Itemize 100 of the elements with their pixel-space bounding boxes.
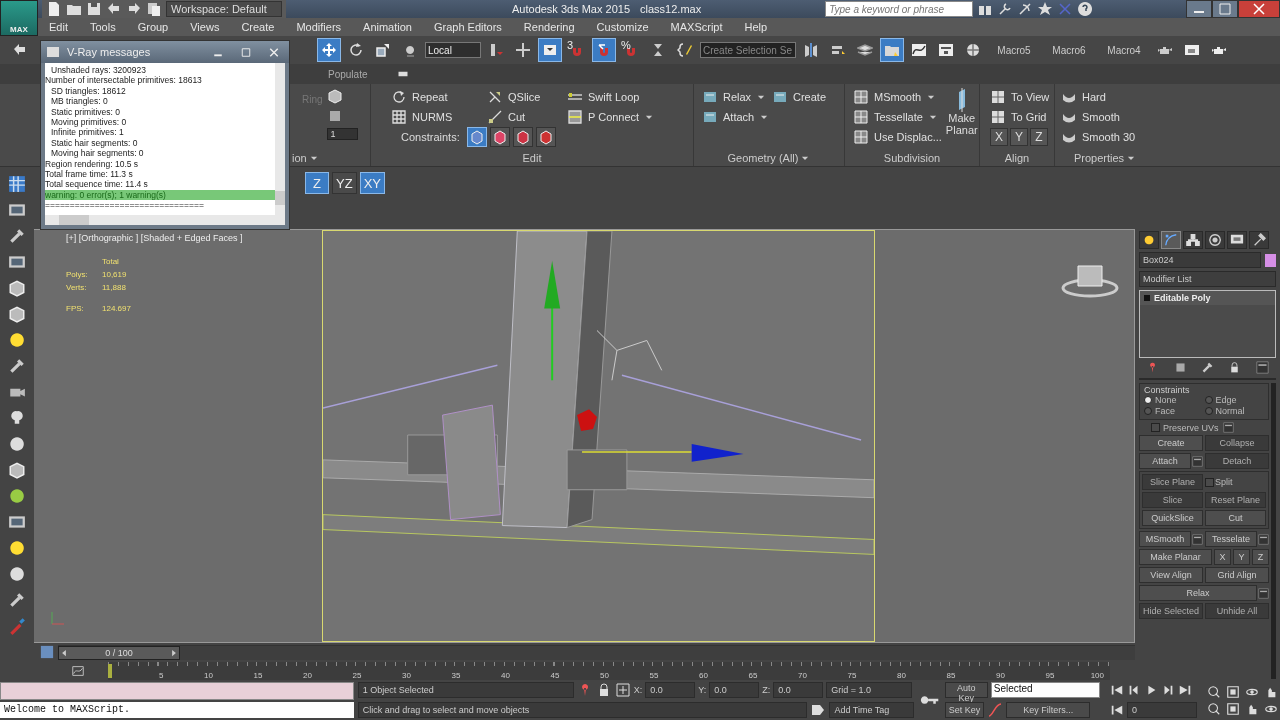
curve-icon[interactable]	[987, 702, 1004, 718]
maximize-viewport-icon[interactable]	[1226, 684, 1240, 699]
panel-button[interactable]: Grid Align	[1205, 567, 1269, 583]
axis-constraint-button[interactable]: XY	[359, 172, 385, 194]
group-label[interactable]: ion	[292, 152, 307, 164]
radio-option[interactable]: Face	[1144, 406, 1204, 416]
menu-item[interactable]: Animation	[352, 21, 423, 33]
set-key-button[interactable]: Set Key	[944, 702, 985, 718]
object-name-field[interactable]: Box024	[1139, 252, 1261, 268]
panel-button[interactable]: Z	[1252, 549, 1269, 565]
settings-button[interactable]	[1222, 422, 1234, 433]
ribbon-button[interactable]: Attach	[702, 108, 768, 125]
viewport[interactable]: [+] [Orthographic ] [Shaded + Edged Faces ] Total Polys: 10,619 Verts: 11,888 FPS: 124.697	[34, 229, 1135, 643]
menu-item[interactable]: MAXScript	[659, 21, 734, 33]
preserve-uvs-checkbox[interactable]: Preserve UVs	[1151, 422, 1219, 433]
ribbon-button[interactable]: NURMS	[391, 108, 487, 125]
panel-button[interactable]: Attach	[1139, 453, 1191, 469]
ribbon-button[interactable]: P Connect	[567, 108, 677, 125]
settings-button[interactable]	[1192, 455, 1203, 467]
spinner-field[interactable]: 1	[326, 128, 358, 140]
grid-icon[interactable]	[8, 175, 26, 193]
viewport-label[interactable]: [+] [Orthographic ] [Shaded + Edged Faces ]	[66, 233, 322, 243]
constraint-button[interactable]	[466, 127, 487, 147]
stack-tool-icon[interactable]	[1173, 361, 1187, 374]
angle-snap-button[interactable]	[592, 38, 616, 62]
toolbar-dropdown[interactable]: Create Selection Se	[700, 42, 796, 58]
minimize-button[interactable]	[1186, 0, 1212, 18]
sphere-icon[interactable]	[8, 435, 26, 453]
macro-button[interactable]: Macro4	[1098, 39, 1150, 61]
workspace-dropdown[interactable]: Workspace: Default	[166, 1, 282, 17]
box-icon[interactable]	[8, 305, 26, 323]
tag-icon[interactable]	[810, 702, 827, 718]
ribbon-button[interactable]: Smooth 30	[1061, 128, 1149, 145]
panel-button[interactable]: Tesselate	[1205, 531, 1257, 547]
tool-icon[interactable]	[326, 88, 343, 104]
save-icon[interactable]	[86, 1, 102, 17]
menu-item[interactable]: Graph Editors	[422, 21, 513, 33]
coordinate-field[interactable]: 0.0	[645, 682, 696, 698]
modifier-list-dropdown[interactable]: Modifier List	[1139, 271, 1276, 287]
ribbon-button[interactable]: Swift Loop	[567, 88, 677, 105]
panel-button[interactable]: Cut	[1205, 510, 1266, 526]
maximize-viewport-icon[interactable]	[1226, 701, 1240, 716]
align-axis-button[interactable]: Y	[1010, 128, 1028, 146]
make-planar-button[interactable]: Make Planar	[945, 88, 978, 150]
transform-mode-icon[interactable]	[614, 682, 631, 698]
help-icon[interactable]	[1077, 1, 1094, 17]
motion-tab[interactable]	[1205, 231, 1225, 249]
menu-item[interactable]: Group	[126, 21, 180, 33]
ribbon-button[interactable]: MSmooth	[853, 88, 942, 105]
ribbon-button[interactable]: Repeat	[391, 88, 487, 105]
key-filters-button[interactable]: Key Filters...	[1006, 702, 1091, 718]
project-icon[interactable]	[146, 1, 162, 17]
settings-button[interactable]	[1258, 587, 1269, 599]
tool-icon[interactable]	[8, 357, 26, 375]
constraint-button[interactable]	[489, 127, 510, 147]
previous-frame-button[interactable]	[1127, 683, 1141, 697]
ribbon-button[interactable]: QSlice	[487, 88, 567, 105]
box-icon[interactable]	[8, 279, 26, 297]
coordinate-field[interactable]: 0.0	[709, 682, 760, 698]
menu-item[interactable]: Rendering	[512, 21, 586, 33]
axis-constraint-button[interactable]: YZ	[332, 172, 357, 194]
menu-item[interactable]: Create	[230, 21, 286, 33]
ribbon-button[interactable]: Smooth	[1061, 108, 1149, 125]
box-icon[interactable]	[8, 461, 26, 479]
mini-curve-editor-icon[interactable]	[40, 645, 54, 659]
move-tool-button[interactable]	[317, 38, 341, 62]
scrollbar[interactable]	[275, 63, 285, 215]
ribbon-tab[interactable]: Populate	[328, 68, 368, 80]
menu-item[interactable]: Modifiers	[285, 21, 353, 33]
utilities-tab[interactable]	[1249, 231, 1269, 249]
stack-tool-icon[interactable]	[1255, 361, 1269, 374]
time-slider-thumb[interactable]: 0 / 100	[58, 645, 180, 660]
key-mode-icon[interactable]	[1110, 703, 1124, 717]
hierarchy-tab[interactable]	[1183, 231, 1203, 249]
ribbon-button[interactable]: Create	[772, 88, 848, 105]
group-label[interactable]: Properties	[1073, 152, 1125, 164]
group-label[interactable]: Geometry (All)	[727, 152, 799, 164]
ribbon-button[interactable]: To Grid	[990, 108, 1048, 125]
toolbar-dropdown[interactable]: Local	[425, 42, 481, 58]
maxscript-output-field[interactable]: Welcome to MAXScript.	[0, 702, 354, 718]
percent-snap-button[interactable]: %	[619, 38, 643, 62]
panel-button[interactable]: X	[1214, 549, 1231, 565]
sphere-icon[interactable]	[8, 487, 26, 505]
application-button[interactable]: MAX	[0, 0, 38, 36]
display-tab[interactable]	[1227, 231, 1247, 249]
ribbon-button[interactable]: Relax	[702, 88, 768, 105]
screen-icon[interactable]	[8, 513, 26, 531]
panel-button[interactable]: Create	[1139, 435, 1203, 451]
brush-icon[interactable]	[8, 617, 26, 635]
constraint-button[interactable]	[535, 127, 556, 147]
ribbon-button[interactable]: Use Displac...	[853, 128, 942, 145]
panel-button[interactable]: Y	[1233, 549, 1250, 565]
go-to-start-button[interactable]	[1110, 683, 1124, 697]
object-color-swatch[interactable]	[1265, 253, 1276, 267]
macro-button[interactable]: Macro6	[1043, 39, 1095, 61]
timeline-ruler[interactable]: 5 10 15 20 25 30 35 40 45 50 55 60 65 70 75 80 85 90 95 100	[108, 662, 1110, 680]
constraint-button[interactable]	[512, 127, 533, 147]
radio-option[interactable]: Edge	[1204, 395, 1264, 405]
menu-item[interactable]: Tools	[78, 21, 127, 33]
maximize-button[interactable]	[1212, 0, 1238, 18]
